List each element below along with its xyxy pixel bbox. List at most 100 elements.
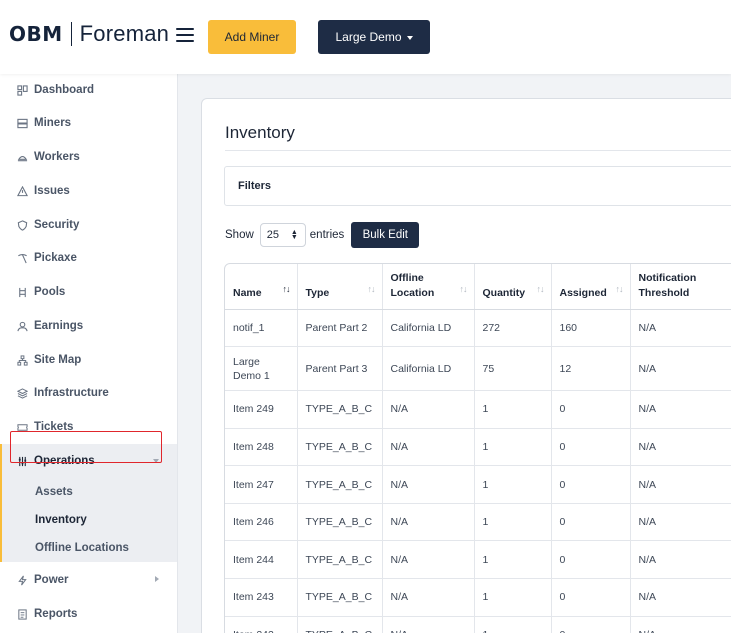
sidebar-item-label: Dashboard bbox=[34, 84, 95, 96]
column-header-quantity[interactable]: Quantity ↑↓ bbox=[474, 264, 552, 310]
cell-type: TYPE_A_B_C bbox=[297, 540, 383, 580]
sidebar: Dashboard Miners Workers Issues Security… bbox=[0, 74, 178, 633]
sidebar-item-label: Operations bbox=[34, 455, 95, 467]
cell-offline-location: N/A bbox=[382, 428, 475, 467]
table-row[interactable]: notif_1 Parent Part 2 California LD 272 … bbox=[225, 309, 731, 348]
cell-threshold: N/A bbox=[630, 616, 731, 633]
cell-quantity: 1 bbox=[474, 465, 552, 504]
entries-select-value: 25 bbox=[266, 229, 280, 241]
workers-icon bbox=[17, 152, 28, 163]
cell-quantity: 1 bbox=[474, 578, 552, 617]
site-selector-label: Large Demo bbox=[335, 30, 402, 44]
cell-threshold: N/A bbox=[630, 309, 731, 348]
sidebar-item-label: Pools bbox=[34, 286, 66, 298]
cell-offline-location: N/A bbox=[382, 616, 475, 633]
sidebar-item-pools[interactable]: Pools bbox=[0, 277, 177, 307]
sidebar-item-label: Power bbox=[34, 574, 69, 586]
table-row[interactable]: Item 247 TYPE_A_B_C N/A 1 0 N/A bbox=[225, 465, 731, 504]
sidebar-item-dashboard[interactable]: Dashboard bbox=[0, 75, 177, 105]
sort-icon: ↑↓ bbox=[282, 283, 291, 294]
cell-threshold: N/A bbox=[630, 428, 731, 467]
table-row[interactable]: Item 242 TYPE_A_B_C N/A 1 0 N/A bbox=[225, 616, 731, 633]
site-selector-dropdown[interactable]: Large Demo bbox=[318, 20, 430, 54]
cell-offline-location: N/A bbox=[382, 465, 475, 504]
sidebar-item-infrastructure[interactable]: Infrastructure bbox=[0, 378, 177, 408]
sidebar-subitem-inventory[interactable]: Inventory bbox=[35, 514, 87, 526]
ticket-icon bbox=[17, 422, 28, 433]
logo-divider bbox=[70, 22, 72, 46]
dashboard-icon bbox=[17, 84, 28, 96]
sort-icon: ↑↓ bbox=[615, 283, 624, 294]
bulk-edit-button[interactable]: Bulk Edit bbox=[351, 222, 420, 248]
cell-threshold: N/A bbox=[630, 503, 731, 542]
entries-select[interactable]: 25 ▲ ▼ bbox=[259, 223, 306, 247]
sidebar-item-miners[interactable]: Miners bbox=[0, 108, 177, 138]
page-title: Inventory bbox=[225, 123, 295, 142]
cell-quantity: 272 bbox=[474, 309, 552, 348]
cell-assigned: 0 bbox=[551, 390, 631, 429]
cell-assigned: 12 bbox=[551, 346, 631, 392]
cell-assigned: 0 bbox=[551, 503, 631, 542]
table-row[interactable]: Item 248 TYPE_A_B_C N/A 1 0 N/A bbox=[225, 428, 731, 467]
sidebar-item-earnings[interactable]: Earnings bbox=[0, 311, 177, 341]
inventory-table: Name ↑↓ Type ↑↓ Offline Location ↑↓ Quantit… bbox=[225, 264, 731, 633]
column-header-name[interactable]: Name ↑↓ bbox=[225, 264, 298, 310]
cell-threshold: N/A bbox=[630, 390, 731, 429]
cell-offline-location: N/A bbox=[382, 390, 475, 429]
cell-assigned: 0 bbox=[551, 578, 631, 617]
sidebar-subitem-assets[interactable]: Assets bbox=[35, 486, 73, 498]
cell-name: Item 247 bbox=[225, 465, 298, 504]
table-row[interactable]: Item 246 TYPE_A_B_C N/A 1 0 N/A bbox=[225, 503, 731, 542]
cell-offline-location: N/A bbox=[382, 578, 475, 617]
column-header-type[interactable]: Type ↑↓ bbox=[297, 264, 383, 310]
sidebar-item-security[interactable]: Security bbox=[0, 210, 177, 240]
sidebar-item-issues[interactable]: Issues bbox=[0, 176, 177, 206]
cell-name: Large Demo 1 bbox=[225, 346, 298, 392]
layers-icon bbox=[17, 387, 28, 399]
sort-icon: ↑↓ bbox=[367, 283, 376, 294]
add-miner-button[interactable]: Add Miner bbox=[208, 20, 296, 54]
obm-foreman-logo[interactable]: OBM Foreman bbox=[9, 21, 169, 47]
sidebar-item-pickaxe[interactable]: Pickaxe bbox=[0, 243, 177, 273]
sidebar-item-power[interactable]: Power bbox=[0, 565, 177, 595]
cell-name: notif_1 bbox=[225, 309, 298, 348]
cell-threshold: N/A bbox=[630, 540, 731, 580]
sidebar-subitem-offline-locations[interactable]: Offline Locations bbox=[35, 542, 129, 554]
sidebar-item-label: Reports bbox=[34, 608, 78, 620]
inventory-card: Inventory Filters Show 25 ▲ ▼ entries Bul… bbox=[201, 98, 731, 633]
top-header: OBM Foreman Add Miner Large Demo bbox=[0, 0, 731, 74]
cell-assigned: 0 bbox=[551, 465, 631, 504]
sidebar-item-workers[interactable]: Workers bbox=[0, 142, 177, 172]
filters-panel[interactable]: Filters bbox=[224, 166, 731, 206]
table-row[interactable]: Item 249 TYPE_A_B_C N/A 1 0 N/A bbox=[225, 390, 731, 429]
cell-quantity: 1 bbox=[474, 540, 552, 580]
cell-type: TYPE_A_B_C bbox=[297, 428, 383, 467]
sort-icon: ↑↓ bbox=[536, 283, 545, 294]
cell-type: TYPE_A_B_C bbox=[297, 578, 383, 617]
sidebar-item-reports[interactable]: Reports bbox=[0, 599, 177, 629]
sort-icon: ↑↓ bbox=[459, 283, 468, 294]
cell-quantity: 75 bbox=[474, 346, 552, 392]
cell-assigned: 0 bbox=[551, 428, 631, 467]
cell-assigned: 0 bbox=[551, 616, 631, 633]
table-row[interactable]: Item 243 TYPE_A_B_C N/A 1 0 N/A bbox=[225, 578, 731, 617]
column-header-offline-location[interactable]: Offline Location ↑↓ bbox=[382, 264, 475, 310]
cell-type: TYPE_A_B_C bbox=[297, 390, 383, 429]
sidebar-item-site-map[interactable]: Site Map bbox=[0, 345, 177, 375]
pickaxe-icon bbox=[17, 253, 28, 264]
operations-accent-bar bbox=[0, 444, 2, 562]
cell-threshold: N/A bbox=[630, 465, 731, 504]
sidebar-item-tickets[interactable]: Tickets bbox=[0, 412, 177, 442]
sidebar-item-label: Tickets bbox=[34, 421, 74, 433]
sidebar-item-operations[interactable]: Operations bbox=[0, 446, 177, 476]
column-header-assigned[interactable]: Assigned ↑↓ bbox=[551, 264, 631, 310]
inventory-table-container: Name ↑↓ Type ↑↓ Offline Location ↑↓ Quantit… bbox=[224, 263, 731, 633]
table-row[interactable]: Large Demo 1 Parent Part 3 California LD… bbox=[225, 346, 731, 392]
cell-type: Parent Part 3 bbox=[297, 346, 383, 392]
table-row[interactable]: Item 244 TYPE_A_B_C N/A 1 0 N/A bbox=[225, 540, 731, 580]
hamburger-menu-icon[interactable] bbox=[176, 28, 194, 42]
show-label: Show bbox=[225, 229, 254, 241]
column-header-notification-threshold[interactable]: Notification Threshold bbox=[630, 264, 731, 310]
cell-offline-location: California LD bbox=[382, 309, 475, 348]
cell-offline-location: N/A bbox=[382, 540, 475, 580]
